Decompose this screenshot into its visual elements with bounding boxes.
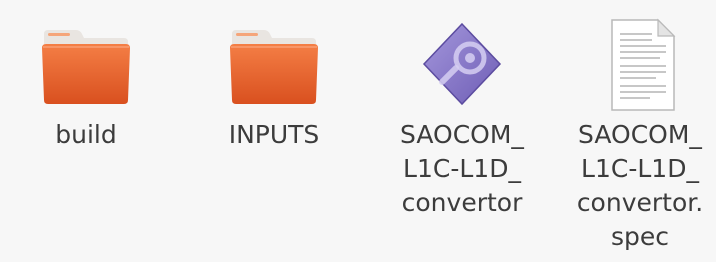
file-label: INPUTS: [194, 118, 354, 152]
file-label: build: [6, 118, 166, 152]
file-label-line: L1C-L1D_: [403, 154, 521, 183]
file-label-line: L1C-L1D_: [581, 154, 699, 183]
executable-icon: [422, 22, 502, 106]
file-label-line: SAOCOM_: [578, 120, 702, 149]
file-item-inputs[interactable]: INPUTS: [194, 16, 354, 152]
folder-icon: [230, 30, 318, 104]
file-label-line: convertor: [401, 188, 523, 217]
folder-icon: [42, 30, 130, 104]
file-label-line: INPUTS: [228, 120, 320, 149]
text-document-icon: [611, 18, 676, 111]
file-item-build[interactable]: build: [6, 16, 166, 152]
file-browser-area: build INPUTS SAOCOM_ L1C-L1D_ convertor …: [0, 0, 726, 262]
file-label: SAOCOM_ L1C-L1D_ convertor. spec: [560, 118, 720, 254]
file-label-line: spec: [610, 222, 670, 251]
scrollbar-track[interactable]: [716, 0, 726, 262]
file-label-line: convertor.: [576, 188, 704, 217]
file-label: SAOCOM_ L1C-L1D_ convertor: [382, 118, 542, 220]
file-label-line: SAOCOM_: [400, 120, 524, 149]
file-item-saocom-spec[interactable]: SAOCOM_ L1C-L1D_ convertor. spec: [560, 16, 720, 254]
file-label-line: build: [55, 120, 117, 149]
file-item-saocom-executable[interactable]: SAOCOM_ L1C-L1D_ convertor: [382, 16, 542, 220]
